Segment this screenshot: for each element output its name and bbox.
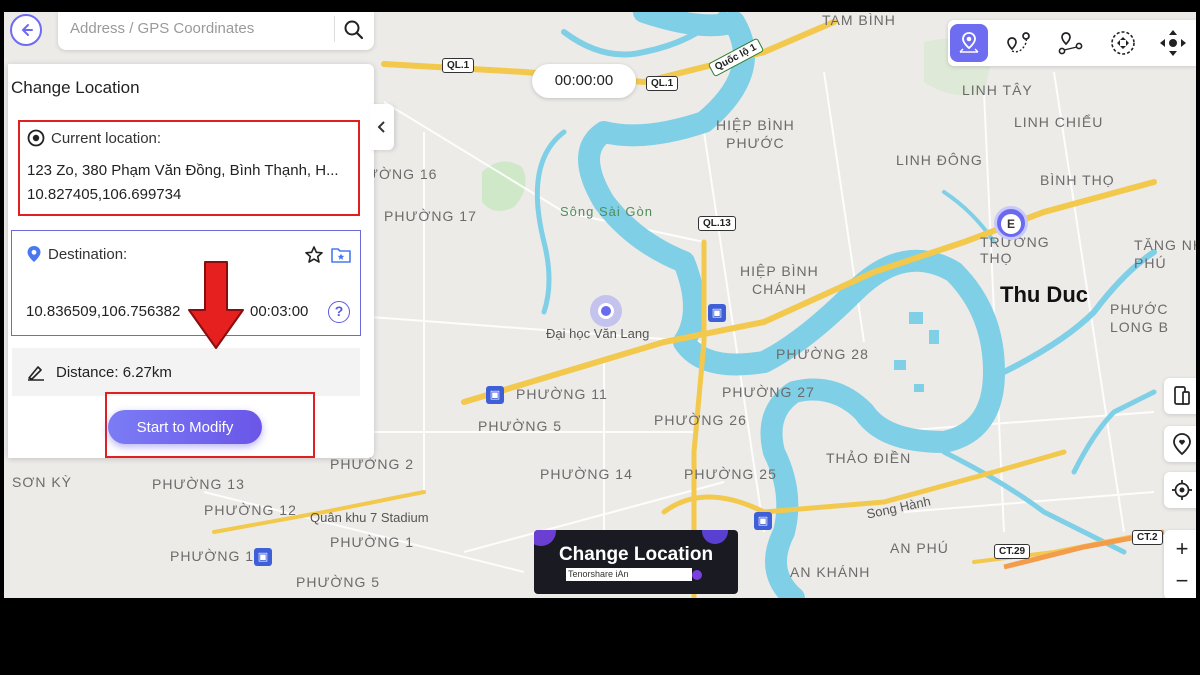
banner-decoration [692,570,702,580]
map-label-phuong-2: PHƯỜNG 2 [330,456,415,472]
ruler-pencil-icon [28,366,44,381]
joystick-mode-button[interactable] [1154,24,1192,62]
map-label-linh-tay: LINH TÂY [962,82,1033,98]
map-label-thao-dien: THẢO ĐIỀN [826,450,912,466]
map-label-phuong-5: PHƯỜNG 5 [478,418,563,434]
map-label-phuong-28: PHƯỜNG 28 [776,346,869,362]
saved-locations-button[interactable] [1164,426,1196,462]
metro-station-icon: ▣ [254,548,272,566]
map-label-song-sai-gon: Sông Sài Gòn [560,204,653,219]
search-box [58,12,374,50]
zoom-controls: + − [1164,530,1196,598]
map-label-phuong-5b: PHƯỜNG 5 [296,574,381,590]
metro-station-icon: ▣ [754,512,772,530]
mode-toolbar [948,20,1196,66]
two-spot-route-icon [1007,32,1030,53]
map-label-linh-chieu: LINH CHIỂU [1014,114,1104,130]
joystick-icon [1160,30,1186,56]
crosshair-icon [1172,480,1192,500]
start-to-modify-button[interactable]: Start to Modify [108,410,262,444]
device-toggle-button[interactable] [1164,378,1196,414]
elapsed-timer: 00:00:00 [532,64,636,98]
map-label-phuong-25: PHƯỜNG 25 [684,466,777,482]
map-label-phuong-11: PHƯỜNG 11 [516,386,608,402]
banner-title: Change Location [558,544,714,565]
locate-me-button[interactable] [1164,472,1196,508]
metro-station-icon: ▣ [708,304,726,322]
distance-value: Distance: 6.27km [56,363,172,381]
search-divider [334,16,335,42]
map-label-dai-hoc-van-lang: Đại học Văn Lang [546,326,650,341]
destination-travel-time: 00:03:00 [250,303,309,320]
tutorial-banner: Change Location Tenorshare iAn [534,530,738,594]
device-icon [1174,386,1190,405]
distance-row: Distance: 6.27km [12,348,360,396]
back-button[interactable] [10,14,42,46]
help-icon[interactable]: ? [328,301,350,323]
map-label-thu-duc: Thu Duc [1000,282,1088,307]
destination-marker[interactable]: E [994,206,1028,240]
road-shield-ct2: CT.2 [1132,530,1163,545]
current-location-coords: 10.827405,106.699734 [27,186,182,203]
map-label-linh-dong: LINH ĐÔNG [896,152,983,168]
map-label-phuoc-long-b: PHƯỚC LONG B [1110,301,1169,335]
current-location-section: Current location: 123 Zo, 380 Phạm Văn Đ… [18,120,360,216]
jump-teleport-mode-button[interactable] [1104,24,1142,62]
map-label-tang-nhon: TĂNG NH PHÚ [1134,237,1196,271]
map-label-phuong-16: ƯỜNG 16 [366,166,438,182]
road-shield-ql1: QL.1 [646,76,679,91]
current-location-header: Current location: [27,129,161,147]
map-label-phuong-27: PHƯỜNG 27 [722,384,815,400]
map-label-tam-binh: TAM BÌNH [822,12,896,28]
zoom-in-button[interactable]: + [1164,532,1196,566]
red-arrow-annotation [188,261,244,349]
map-label-phuong-14b: PHƯỜNG 14 [170,548,263,564]
map-pin-icon [959,32,979,53]
map-label-phuong-1: PHƯỜNG 1 [330,534,415,550]
collapse-panel-button[interactable] [370,104,394,150]
current-location-label: Current location: [51,129,162,147]
star-icon[interactable] [304,245,324,265]
two-spot-mode-button[interactable] [1000,24,1038,62]
map-label-phuong-17: PHƯỜNG 17 [384,208,477,224]
destination-header: Destination: [26,245,127,263]
jump-teleport-icon [1111,31,1135,55]
map-label-son-ky: SƠN KỲ [12,474,73,490]
location-pin-icon [27,246,41,262]
road-shield-ql13: QL.13 [698,216,736,231]
chevron-left-icon [377,121,385,133]
destination-coords: 10.836509,106.756382 [26,303,181,320]
map-label-an-khanh: AN KHÁNH [790,564,871,580]
target-icon [27,129,45,147]
map-viewport[interactable]: TAM BÌNH LINH TÂY LINH CHIỂU HIỆP BÌNH P… [4,12,1196,598]
favorites-folder-icon[interactable] [330,245,352,265]
map-label-hiep-binh-phuoc: HIỆP BÌNH PHƯỚC [716,117,795,151]
map-label-phuong-12: PHƯỜNG 12 [204,502,297,518]
map-label-phuong-13: PHƯỜNG 13 [152,476,245,492]
teleport-mode-button[interactable] [950,24,988,62]
map-label-binh-tho: BÌNH THỌ [1040,172,1115,188]
metro-station-icon: ▣ [486,386,504,404]
arrow-left-icon [21,24,33,36]
current-location-address: 123 Zo, 380 Phạm Văn Đồng, Bình Thạnh, H… [27,162,339,179]
road-shield-ql1: QL.1 [442,58,475,73]
road-shield-ct29: CT.29 [994,544,1031,559]
destination-marker-label: E [1001,214,1021,234]
panel-title: Change Location [11,78,140,97]
map-label-quan-khu-7-stadium: Quân khu 7 Stadium [310,510,429,525]
map-label-phuong-26: PHƯỜNG 26 [654,412,747,428]
current-location-marker[interactable] [590,295,622,327]
location-heart-icon [1173,433,1191,456]
multi-spot-route-icon [1058,32,1083,55]
zoom-out-button[interactable]: − [1164,564,1196,598]
search-icon[interactable] [342,18,366,42]
map-label-phuong-14: PHƯỜNG 14 [540,466,633,482]
map-label-hiep-binh-chanh: HIỆP BÌNH CHÁNH [740,263,819,297]
map-label-an-phu: AN PHÚ [890,540,949,556]
search-input[interactable] [70,16,330,40]
banner-subtitle: Tenorshare iAn [566,568,692,581]
multi-spot-mode-button[interactable] [1052,24,1090,62]
destination-label: Destination: [48,245,128,263]
